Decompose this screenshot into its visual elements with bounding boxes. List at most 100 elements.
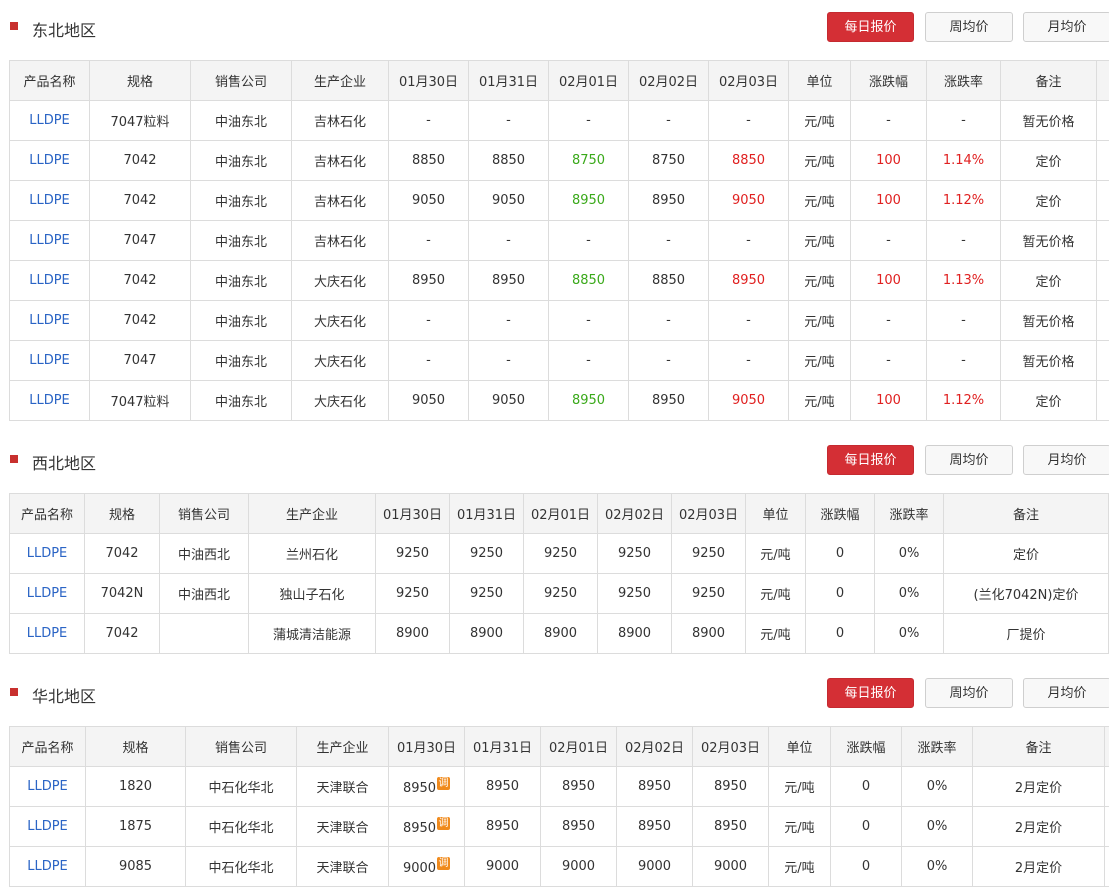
cell-value: LLDPE [29,313,70,328]
cell-value: 0 [835,586,845,601]
table-cell: 吉林石化 [291,220,389,261]
cell-value: (兰化7042N)定价 [973,588,1079,603]
table-cell: 7047 [89,340,191,381]
cell-value: 1.14% [942,153,985,168]
table-cell: - [468,220,549,261]
cell-value: LLDPE [26,586,68,601]
cell-value: 100 [876,393,901,408]
table-cell: 大庆石化 [291,340,389,381]
cell-value: 1875 [118,819,153,834]
table-cell: 兰州石化 [248,533,376,574]
cell-value: 8900 [395,626,430,641]
product-link[interactable]: LLDPE [9,140,90,181]
table-cell: 8950 [628,380,709,421]
table-cell-spacer [1096,380,1109,421]
cell-value: - [666,313,671,328]
cell-value: 元/吨 [760,628,791,643]
monthly-average-button[interactable]: 月均价 [1023,445,1109,475]
table-cell: 8950 [692,766,769,807]
table-row: LLDPE 7042 中油东北 吉林石化 8850 8850 8750 8750 8850 元/吨… [9,140,1109,181]
price-table-northwest: 产品名称 规格 销售公司 生产企业 01月30日 01月31日 02月01日 02月02日 02… [9,493,1109,654]
cell-value: 9250 [543,586,578,601]
table-cell: 9000 [540,846,617,887]
product-link[interactable]: LLDPE [9,533,85,574]
price-table-northeast: 产品名称 规格 销售公司 生产企业 01月30日 01月31日 02月01日 02月02日 02… [9,60,1109,421]
column-header: 销售公司 [185,726,297,767]
section-title: 华北地区 [32,687,97,706]
cell-value: 8950 [651,193,686,208]
cell-value: - [506,113,511,128]
cell-value: 9050 [491,393,526,408]
weekly-average-button[interactable]: 周均价 [925,678,1013,708]
cell-value: 9250 [691,546,726,561]
cell-value: LLDPE [29,113,70,128]
cell-value: 中石化华北 [208,821,274,836]
table-cell: - [388,100,469,141]
column-header: 规格 [85,726,186,767]
product-link[interactable]: LLDPE [9,766,86,807]
column-header: 单位 [788,60,851,101]
cell-value: - [426,313,431,328]
daily-price-button[interactable]: 每日报价 [827,678,914,708]
table-cell: 0 [830,846,902,887]
cell-value: 1.12% [942,393,985,408]
product-link[interactable]: LLDPE [9,100,90,141]
cell-value: 元/吨 [804,355,835,370]
cell-value: 7042 [123,193,157,208]
weekly-average-button[interactable]: 周均价 [925,445,1013,475]
cell-value: 8950 [651,393,686,408]
cell-value: - [426,113,431,128]
table-cell: - [926,300,1001,341]
table-cell: 8950 [548,380,629,421]
daily-price-button[interactable]: 每日报价 [827,445,914,475]
product-link[interactable]: LLDPE [9,613,85,654]
table-cell: 元/吨 [768,846,831,887]
cell-value: - [586,233,591,248]
table-cell: 1820 [85,766,186,807]
cell-value: 元/吨 [804,115,835,130]
cell-value: 9000 [485,859,520,874]
cell-value: 9050 [731,393,766,408]
product-link[interactable]: LLDPE [9,806,86,847]
table-cell: 0 [830,766,902,807]
column-header: 单位 [768,726,831,767]
cell-value: LLDPE [27,859,68,874]
table-row: LLDPE 7047粒料 中油东北 吉林石化 - - - - - 元/吨 - - 暂无价格 [9,100,1109,141]
cell-value: 定价 [1035,275,1062,290]
table-cell: 中石化华北 [185,806,297,847]
table-cell-spacer [1104,846,1109,887]
cell-value: LLDPE [29,233,70,248]
cell-value: 吉林石化 [313,235,366,250]
product-link[interactable]: LLDPE [9,260,90,301]
table-cell: 7042 [89,140,191,181]
daily-price-button[interactable]: 每日报价 [827,12,914,42]
weekly-average-button[interactable]: 周均价 [925,12,1013,42]
product-link[interactable]: LLDPE [9,380,90,421]
product-link[interactable]: LLDPE [9,573,85,614]
table-cell: 暂无价格 [1000,100,1097,141]
cell-value: 7047粒料 [110,395,170,410]
table-cell: 2月定价 [972,806,1105,847]
table-cell: 吉林石化 [291,180,389,221]
table-cell: 8950 [464,806,541,847]
column-header: 02月03日 [708,60,789,101]
cell-value: 定价 [1035,395,1062,410]
table-cell: 中油西北 [159,533,249,574]
cell-value: 100 [876,273,901,288]
cell-value: 9050 [411,393,446,408]
table-cell: 0 [830,806,902,847]
cell-value: 元/吨 [804,235,835,250]
product-link[interactable]: LLDPE [9,220,90,261]
table-row: LLDPE 7042 中油西北 兰州石化 9250 9250 9250 9250 9250 元/吨… [9,533,1109,574]
table-header-row: 产品名称 规格 销售公司 生产企业 01月30日 01月31日 02月01日 02月02日 02… [9,60,1109,101]
table-cell: - [468,340,549,381]
monthly-average-button[interactable]: 月均价 [1023,678,1109,708]
product-link[interactable]: LLDPE [9,340,90,381]
product-link[interactable]: LLDPE [9,180,90,221]
product-link[interactable]: LLDPE [9,300,90,341]
monthly-average-button[interactable]: 月均价 [1023,12,1109,42]
column-header: 销售公司 [159,493,249,534]
cell-value: 大庆石化 [313,355,366,370]
product-link[interactable]: LLDPE [9,846,86,887]
cell-value: 7042 [105,626,139,641]
